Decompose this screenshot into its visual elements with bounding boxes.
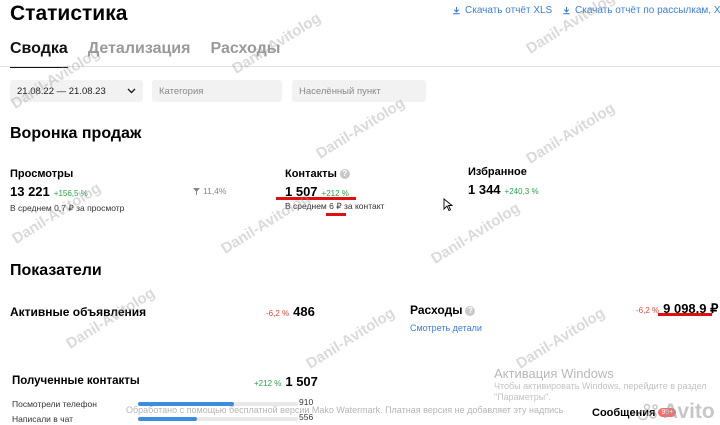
funnel-icon: [193, 187, 200, 195]
expenses-header: Расходы?: [410, 303, 476, 317]
favorites-label: Избранное: [468, 166, 527, 178]
active-ads-metric: -6,2 % 486: [266, 304, 315, 319]
received-contacts-label: Полученные контакты: [12, 375, 140, 387]
active-ads-delta: -6,2 %: [266, 309, 290, 318]
help-icon[interactable]: ?: [339, 169, 350, 180]
expenses-details-link[interactable]: Смотреть детали: [410, 323, 482, 333]
windows-activation-line1: Чтобы активировать Windows, перейдите в …: [494, 381, 707, 391]
highlight-underline: [658, 313, 712, 316]
highlight-underline: [276, 197, 356, 200]
views-metric: 13 221 +156,5 %: [10, 184, 88, 199]
watermark: Danil-Avitolog: [303, 304, 398, 373]
windows-activation-title: Активация Windows: [494, 366, 614, 381]
views-delta: +156,5 %: [53, 189, 88, 198]
active-ads-label: Активные объявления: [10, 305, 147, 319]
avito-logo-text: Avito: [663, 400, 715, 423]
received-contacts-delta: +212 %: [254, 379, 282, 388]
windows-activation-line2: "Параметры".: [494, 392, 551, 402]
chat-writes-bar-fill: [138, 417, 198, 421]
metrics-title: Показатели: [10, 262, 102, 279]
city-placeholder: Населённый пункт: [299, 85, 381, 97]
page-title: Статистика: [10, 2, 128, 25]
highlight-underline: [326, 213, 346, 216]
tab-expenses[interactable]: Расходы: [210, 40, 280, 68]
watermark: Danil-Avitolog: [513, 304, 608, 373]
contacts-header: Контакты?: [285, 168, 350, 180]
date-range-select[interactable]: 21.08.22 — 21.08.23: [10, 80, 143, 102]
watermark: Danil-Avitolog: [523, 99, 618, 168]
watermark-footer: Обработано с помощью бесплатной версии M…: [126, 405, 564, 415]
tab-details[interactable]: Детализация: [88, 40, 191, 68]
active-ads-value: 486: [293, 304, 315, 319]
received-contacts-metric: +212 % 1 507: [254, 374, 318, 389]
favorites-delta: +240,3 %: [504, 187, 539, 196]
chat-writes-label: Написали в чат: [12, 414, 74, 424]
download-mailing-label: Скачать отчёт по рассылкам, XLS: [575, 5, 720, 16]
download-icon: [563, 6, 570, 15]
favorites-value: 1 344: [468, 182, 501, 197]
phone-views-label: Посмотрели телефон: [12, 399, 97, 409]
contacts-note: В среднем 6 ₽ за контакт: [285, 201, 385, 211]
category-select[interactable]: Категория: [152, 80, 282, 102]
conversion-value: 11,4%: [203, 186, 227, 196]
help-icon[interactable]: ?: [465, 305, 476, 316]
tabs-divider: [0, 66, 720, 67]
download-xls-label: Скачать отчёт XLS: [465, 5, 553, 16]
chevron-down-icon: [127, 88, 136, 94]
watermark: Danil-Avitolog: [313, 94, 408, 163]
city-select[interactable]: Населённый пункт: [292, 80, 426, 102]
chat-writes-bar: [138, 417, 298, 421]
download-xls-link[interactable]: Скачать отчёт XLS: [452, 5, 552, 16]
views-note: В среднем 0,7 ₽ за просмотр: [10, 203, 125, 213]
tabs-bar: Сводка Детализация Расходы: [10, 40, 280, 68]
expenses-label: Расходы: [410, 303, 463, 317]
views-label: Просмотры: [10, 168, 74, 180]
views-value: 13 221: [10, 184, 50, 199]
tab-summary[interactable]: Сводка: [10, 40, 68, 68]
mouse-cursor-icon: [443, 198, 453, 212]
category-placeholder: Категория: [159, 85, 204, 97]
date-range-value: 21.08.22 — 21.08.23: [17, 85, 106, 97]
received-contacts-value: 1 507: [285, 374, 318, 389]
expenses-delta: -6,2 %: [636, 306, 660, 315]
avito-logo-icon: [638, 403, 658, 421]
contacts-label: Контакты: [285, 168, 337, 180]
funnel-title: Воронка продаж: [10, 125, 142, 142]
download-mailing-xls-link[interactable]: Скачать отчёт по рассылкам, XLS: [562, 5, 720, 16]
download-icon: [453, 6, 460, 15]
conversion-indicator: 11,4%: [193, 186, 226, 196]
favorites-metric: 1 344 +240,3 %: [468, 182, 539, 197]
avito-logo: Avito: [638, 400, 715, 424]
